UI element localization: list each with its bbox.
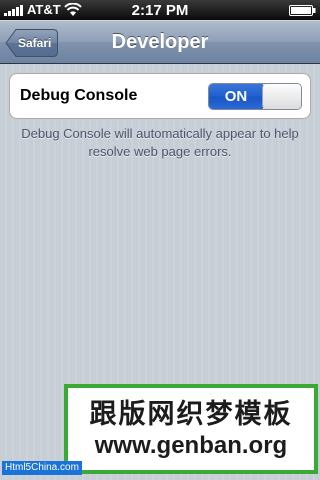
battery-icon bbox=[289, 5, 316, 16]
clock: 2:17 PM bbox=[131, 2, 189, 19]
status-bar: AT&T 2:17 PM bbox=[0, 0, 320, 20]
debug-console-row: Debug Console ON bbox=[9, 73, 311, 119]
navigation-bar: Safari Developer bbox=[0, 20, 320, 64]
watermark-banner: 跟版网织梦模板 www.genban.org bbox=[64, 384, 318, 474]
source-stamp: Html5China.com bbox=[2, 461, 82, 475]
toggle-on-label: ON bbox=[209, 84, 263, 109]
watermark-chinese-text: 跟版网织梦模板 bbox=[89, 399, 293, 429]
watermark-url: www.genban.org bbox=[94, 432, 288, 459]
debug-console-description: Debug Console will automatically appear … bbox=[21, 126, 299, 159]
debug-console-label: Debug Console bbox=[20, 87, 138, 104]
page-title: Developer bbox=[111, 31, 209, 53]
debug-console-toggle[interactable]: ON bbox=[208, 83, 302, 110]
toggle-knob[interactable] bbox=[262, 84, 301, 109]
